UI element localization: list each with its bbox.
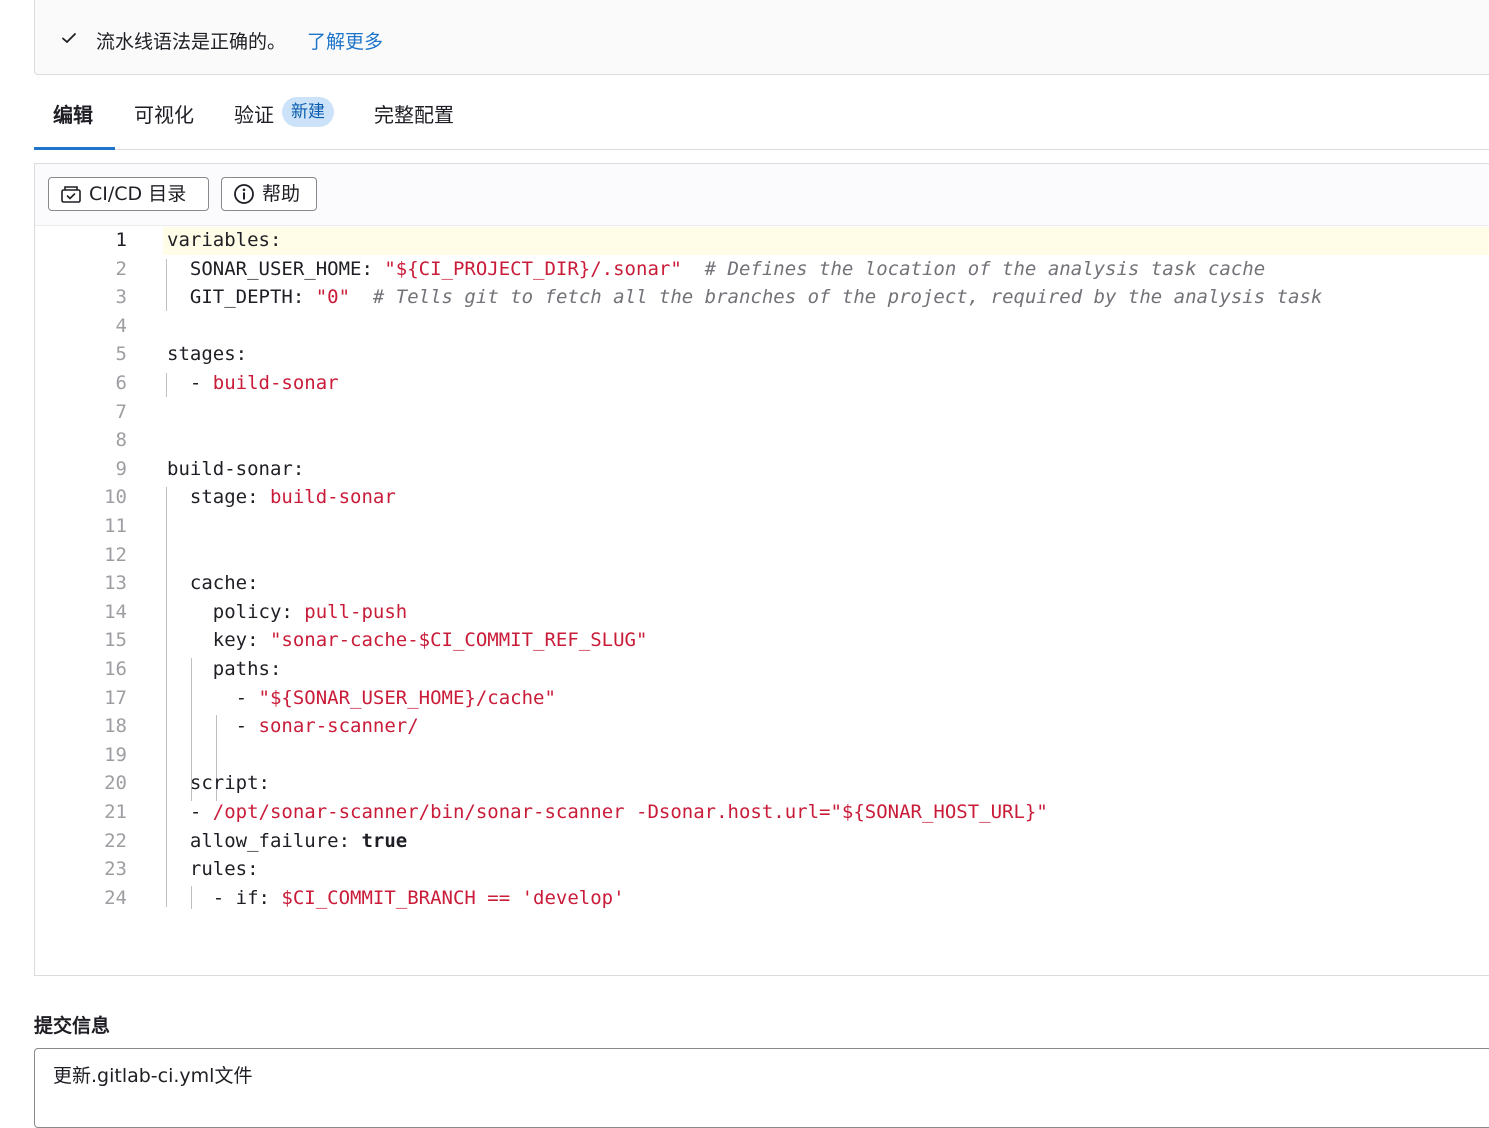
code-value: pull-push — [304, 600, 408, 623]
code-value: "sonar-cache-$CI_COMMIT_REF_SLUG" — [269, 629, 648, 652]
learn-more-link[interactable]: 了解更多 — [307, 27, 383, 54]
line-number: 11 — [104, 515, 127, 537]
line-number: 3 — [115, 286, 127, 309]
editor-tabs: 编辑 可视化 验证 新建 完整配置 — [34, 75, 1489, 150]
line-number: 14 — [104, 600, 127, 623]
code-value: $CI_COMMIT_BRANCH == 'develop' — [281, 886, 625, 909]
code-line: script: — [167, 772, 270, 794]
code-token: stages: — [167, 343, 248, 366]
code-token: - — [167, 686, 259, 709]
code-token: policy: — [167, 600, 305, 623]
tab-visualize[interactable]: 可视化 — [134, 99, 194, 128]
code-line: variables: — [167, 229, 281, 251]
code-line: stage: build-sonar — [167, 486, 396, 508]
code-token: true — [361, 829, 408, 852]
line-number: 20 — [104, 772, 127, 795]
code-line: SONAR_USER_HOME: "${CI_PROJECT_DIR}/.son… — [167, 258, 1265, 280]
line-number: 24 — [104, 886, 127, 909]
help-label: 帮助 — [262, 183, 301, 205]
code-value: "${SONAR_USER_HOME}/cache" — [258, 686, 556, 709]
cicd-catalog-label: CI/CD 目录 — [89, 183, 187, 205]
code-comment: # Tells git to fetch all the branches of… — [350, 286, 1323, 309]
validation-message: 流水线语法是正确的。 — [96, 31, 287, 53]
code-token: allow_failure: — [167, 829, 362, 852]
help-button[interactable]: 帮助 — [221, 177, 317, 211]
code-token: stage: — [167, 486, 270, 509]
code-line: cache: — [167, 572, 259, 594]
code-token: key: — [167, 629, 270, 652]
line-number: 22 — [104, 829, 127, 852]
code-token: rules: — [167, 858, 259, 881]
editor-toolbar: CI/CD 目录 帮助 — [35, 164, 1489, 226]
code-token: script: — [167, 772, 270, 795]
line-number: 15 — [104, 629, 127, 652]
line-number: 13 — [104, 572, 127, 595]
line-number: 19 — [104, 743, 127, 766]
new-badge: 新建 — [282, 97, 334, 127]
line-number: 4 — [115, 314, 127, 337]
code-token: variables: — [167, 229, 282, 251]
line-number: 16 — [104, 658, 127, 680]
code-value: "0" — [315, 286, 351, 309]
code-token: - if: — [167, 886, 282, 909]
line-number: 12 — [104, 543, 127, 566]
tab-full-config[interactable]: 完整配置 — [374, 99, 454, 128]
line-number: 6 — [115, 372, 127, 394]
pipeline-editor: CI/CD 目录 帮助 1 variables: 2 SONAR_USER_HOME… — [34, 163, 1489, 976]
active-tab-indicator — [34, 147, 115, 150]
tab-validate[interactable]: 验证 — [234, 99, 274, 128]
tab-edit[interactable]: 编辑 — [53, 99, 93, 128]
code-value: build-sonar — [269, 486, 396, 509]
code-token: - — [167, 801, 213, 823]
code-line: build-sonar: — [167, 458, 304, 480]
code-line: - if: $CI_COMMIT_BRANCH == 'develop' — [167, 887, 625, 909]
line-number: 18 — [104, 715, 127, 738]
code-value: /opt/sonar-scanner/bin/sonar-scanner -Ds… — [212, 801, 1048, 823]
line-number: 8 — [115, 429, 127, 452]
code-token: paths: — [167, 658, 282, 680]
code-line: rules: — [167, 858, 259, 880]
code-line: - build-sonar — [167, 372, 339, 394]
commit-message-label: 提交信息 — [34, 1015, 111, 1037]
code-token: SONAR_USER_HOME: — [167, 257, 385, 280]
code-value: "${CI_PROJECT_DIR}/.sonar" — [384, 257, 682, 280]
line-number: 2 — [115, 257, 127, 280]
line-number: 1 — [115, 229, 127, 251]
line-number: 23 — [104, 858, 127, 881]
code-token: - — [167, 715, 259, 738]
catalog-icon — [61, 186, 81, 203]
cicd-catalog-button[interactable]: CI/CD 目录 — [48, 177, 209, 211]
code-token: cache: — [167, 572, 259, 595]
code-token: - — [167, 372, 213, 394]
code-value: build-sonar — [212, 372, 339, 394]
line-number: 21 — [104, 801, 127, 823]
line-number: 5 — [115, 343, 127, 366]
info-circle-icon — [234, 184, 254, 204]
code-line: - sonar-scanner/ — [167, 715, 419, 737]
code-line: - /opt/sonar-scanner/bin/sonar-scanner -… — [167, 801, 1048, 823]
code-line: GIT_DEPTH: "0" # Tells git to fetch all … — [167, 286, 1322, 308]
code-line: allow_failure: true — [167, 830, 407, 852]
code-token: GIT_DEPTH: — [167, 286, 316, 309]
code-line: key: "sonar-cache-$CI_COMMIT_REF_SLUG" — [167, 629, 648, 652]
code-area[interactable]: 1 variables: 2 SONAR_USER_HOME: "${CI_PROJ… — [35, 226, 1489, 976]
line-number: 17 — [104, 686, 127, 709]
check-icon — [62, 33, 76, 43]
code-line: - "${SONAR_USER_HOME}/cache" — [167, 687, 556, 709]
commit-message-input[interactable]: 更新.gitlab-ci.yml文件 — [34, 1048, 1489, 1128]
code-value: sonar-scanner/ — [258, 715, 419, 738]
code-line: paths: — [167, 658, 282, 680]
code-line: stages: — [167, 343, 247, 365]
pipeline-validation-banner: 流水线语法是正确的。 了解更多 — [34, 0, 1489, 75]
commit-message-value: 更新.gitlab-ci.yml文件 — [53, 1065, 253, 1087]
current-line-highlight — [163, 227, 1489, 255]
code-comment: # Defines the location of the analysis t… — [681, 257, 1266, 280]
code-token: build-sonar: — [167, 457, 305, 480]
line-number: 9 — [115, 457, 127, 480]
line-number: 7 — [115, 400, 127, 423]
line-number: 10 — [104, 486, 127, 509]
code-line: policy: pull-push — [167, 601, 407, 623]
